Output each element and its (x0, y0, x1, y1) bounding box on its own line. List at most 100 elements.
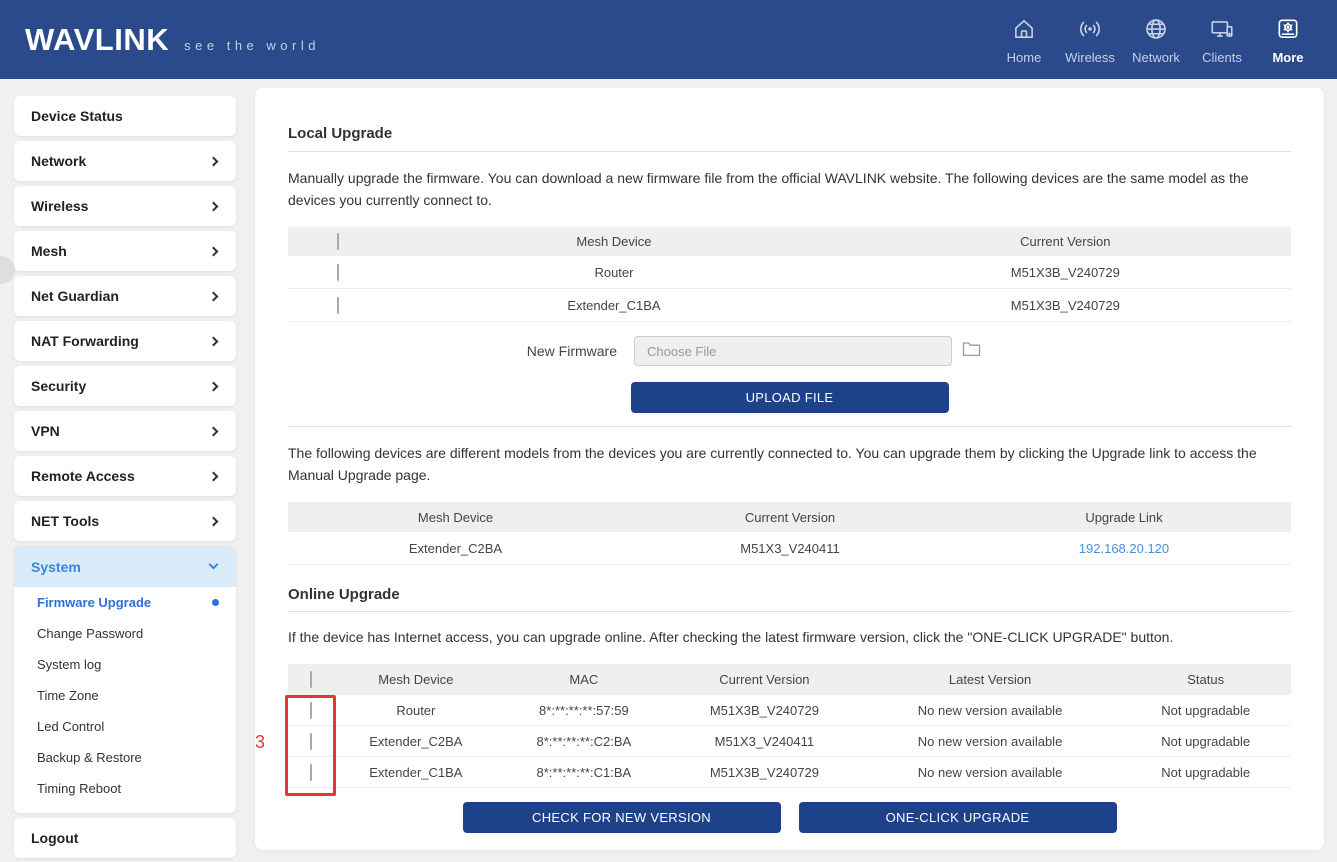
nav-item-home[interactable]: Home (995, 14, 1053, 65)
sidebar-item-label: Security (31, 378, 86, 394)
sidebar-item-label: Device Status (31, 108, 123, 124)
check-for-new-version-button[interactable]: CHECK FOR NEW VERSION (463, 802, 781, 833)
mesh-device-cell: Router (388, 265, 839, 280)
current-version-cell: M51X3B_V240729 (669, 703, 860, 718)
online-upgrade-title: Online Upgrade (288, 565, 1291, 603)
folder-icon[interactable] (962, 340, 981, 362)
sidebar-item-security[interactable]: Security (14, 366, 236, 406)
row-checkbox[interactable] (310, 733, 312, 750)
upgrade-link[interactable]: 192.168.20.120 (1079, 541, 1169, 556)
current-version-cell: M51X3B_V240729 (840, 298, 1291, 313)
sidebar-subitem-timing-reboot[interactable]: Timing Reboot (14, 773, 236, 804)
chevron-down-icon (209, 560, 219, 570)
sidebar-subitem-label: Led Control (37, 719, 104, 734)
table-row: Extender_C1BA 8*:**:**:**:C1:BA M51X3B_V… (288, 757, 1291, 788)
online-upgrade-table: Mesh Device MAC Current Version Latest V… (288, 664, 1291, 788)
sidebar-item-wireless[interactable]: Wireless (14, 186, 236, 226)
sidebar-subitem-firmware-upgrade[interactable]: Firmware Upgrade (14, 587, 236, 618)
column-header: Mesh Device (388, 234, 839, 249)
status-cell: Not upgradable (1120, 734, 1291, 749)
column-header: MAC (499, 672, 670, 687)
different-model-table: Mesh Device Current Version Upgrade Link… (288, 502, 1291, 565)
sidebar-item-system[interactable]: System (14, 546, 236, 587)
upload-file-button[interactable]: UPLOAD FILE (631, 382, 949, 413)
row-checkbox[interactable] (337, 297, 339, 314)
sidebar-subitem-label: Firmware Upgrade (37, 595, 151, 610)
chevron-right-icon (209, 246, 219, 256)
sidebar-item-net-tools[interactable]: NET Tools (14, 501, 236, 541)
column-header: Mesh Device (288, 510, 623, 525)
logo-tagline: see the world (184, 38, 320, 53)
active-dot-icon (212, 599, 219, 606)
sidebar-item-remote-access[interactable]: Remote Access (14, 456, 236, 496)
nav-item-more[interactable]: More (1259, 14, 1317, 65)
table-header-row: Mesh Device Current Version Upgrade Link (288, 502, 1291, 532)
sidebar-item-mesh[interactable]: Mesh (14, 231, 236, 271)
clients-icon (1209, 16, 1235, 45)
brand-logo: WAVLINK see the world (25, 22, 320, 58)
choose-file-input[interactable] (634, 336, 952, 366)
sidebar-item-label: Network (31, 153, 86, 169)
mesh-device-cell: Router (333, 703, 498, 718)
row-checkbox[interactable] (310, 702, 312, 719)
sidebar-subitem-label: Time Zone (37, 688, 99, 703)
status-cell: Not upgradable (1120, 703, 1291, 718)
annotation-label: 3 (255, 732, 265, 753)
home-icon (1011, 16, 1037, 45)
sidebar-item-device-status[interactable]: Device Status (14, 96, 236, 136)
chevron-right-icon (209, 291, 219, 301)
mesh-device-cell: Extender_C1BA (388, 298, 839, 313)
sidebar-subitem-time-zone[interactable]: Time Zone (14, 680, 236, 711)
mac-cell: 8*:**:**:**:57:59 (499, 703, 670, 718)
more-icon (1275, 16, 1301, 45)
divider (288, 426, 1291, 427)
one-click-upgrade-button[interactable]: ONE-CLICK UPGRADE (799, 802, 1117, 833)
chevron-right-icon (209, 381, 219, 391)
sidebar-subitem-backup-restore[interactable]: Backup & Restore (14, 742, 236, 773)
nav-item-clients[interactable]: Clients (1193, 14, 1251, 65)
latest-version-cell: No new version available (860, 703, 1121, 718)
divider (288, 611, 1291, 612)
column-header: Status (1120, 672, 1291, 687)
page-layout: Device Status Network Wireless Mesh Net … (0, 79, 1337, 862)
row-checkbox[interactable] (310, 764, 312, 781)
logo-text: WAVLINK (25, 22, 169, 58)
sidebar-item-nat-forwarding[interactable]: NAT Forwarding (14, 321, 236, 361)
sidebar-item-label: Wireless (31, 198, 88, 214)
sidebar-subitem-label: Change Password (37, 626, 143, 641)
column-header: Mesh Device (333, 672, 498, 687)
select-all-checkbox[interactable] (337, 233, 339, 250)
table-row: Extender_C2BA 8*:**:**:**:C2:BA M51X3_V2… (288, 726, 1291, 757)
sidebar-subitem-change-password[interactable]: Change Password (14, 618, 236, 649)
sidebar-subitem-led-control[interactable]: Led Control (14, 711, 236, 742)
row-checkbox[interactable] (337, 264, 339, 281)
top-nav: Home Wireless Network Clients More (995, 14, 1317, 65)
column-header: Latest Version (860, 672, 1121, 687)
sidebar-item-logout[interactable]: Logout (14, 818, 236, 858)
table-row: Extender_C2BA M51X3_V240411 192.168.20.1… (288, 532, 1291, 565)
sidebar-item-label: NET Tools (31, 513, 99, 529)
sidebar-item-vpn[interactable]: VPN (14, 411, 236, 451)
same-model-table: Mesh Device Current Version Router M51X3… (288, 227, 1291, 322)
mesh-device-cell: Extender_C1BA (333, 765, 498, 780)
online-upgrade-description: If the device has Internet access, you c… (288, 626, 1291, 648)
select-all-checkbox[interactable] (310, 671, 312, 688)
current-version-cell: M51X3B_V240729 (840, 265, 1291, 280)
sidebar-item-network[interactable]: Network (14, 141, 236, 181)
mac-cell: 8*:**:**:**:C1:BA (499, 765, 670, 780)
network-icon (1143, 16, 1169, 45)
current-version-cell: M51X3_V240411 (623, 541, 957, 556)
nav-item-network[interactable]: Network (1127, 14, 1185, 65)
latest-version-cell: No new version available (860, 765, 1121, 780)
sidebar-group-system: System Firmware Upgrade Change Password … (14, 546, 236, 813)
new-firmware-label: New Firmware (288, 343, 634, 359)
sidebar-subitem-system-log[interactable]: System log (14, 649, 236, 680)
nav-item-wireless[interactable]: Wireless (1061, 14, 1119, 65)
nav-label: More (1272, 50, 1303, 65)
sidebar-item-label: System (31, 559, 81, 575)
current-version-cell: M51X3_V240411 (669, 734, 860, 749)
sidebar-item-label: VPN (31, 423, 60, 439)
main-content: Local Upgrade Manually upgrade the firmw… (255, 88, 1324, 850)
nav-label: Home (1007, 50, 1042, 65)
sidebar-item-net-guardian[interactable]: Net Guardian (14, 276, 236, 316)
